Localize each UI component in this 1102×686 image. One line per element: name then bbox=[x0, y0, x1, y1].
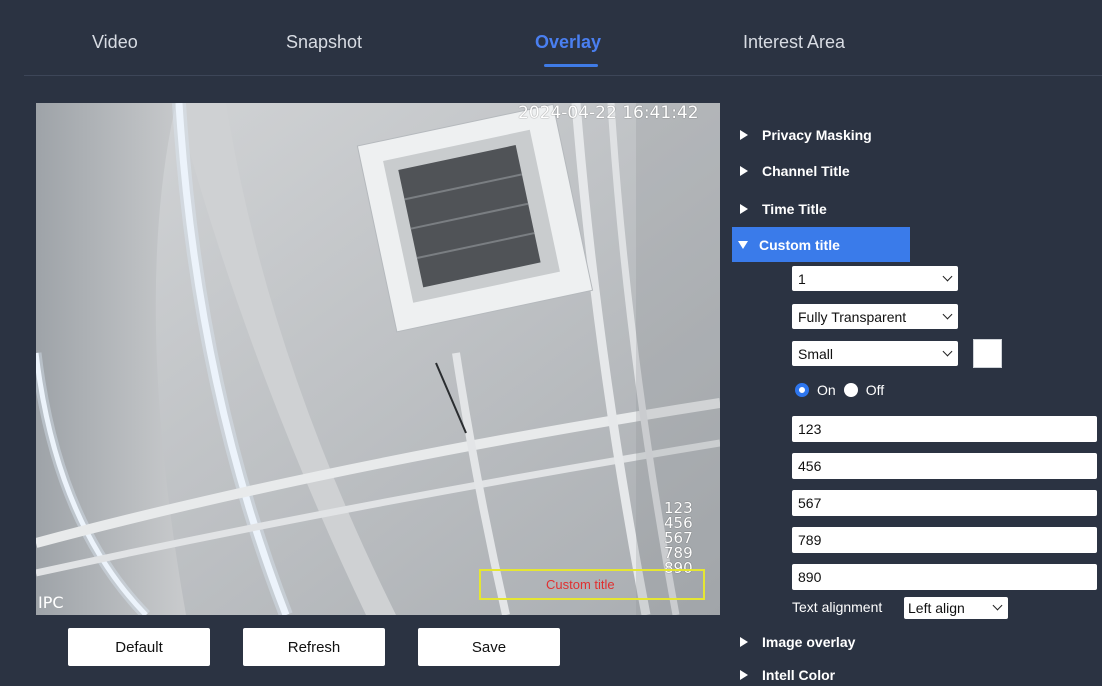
refresh-button[interactable]: Refresh bbox=[243, 628, 385, 666]
custom-line-1-input[interactable] bbox=[792, 416, 1097, 442]
custom-title-index-select[interactable]: 1 bbox=[792, 266, 958, 291]
section-label: Custom title bbox=[759, 236, 840, 253]
section-label: Channel Title bbox=[762, 163, 850, 179]
expand-arrow-icon bbox=[740, 637, 748, 647]
expand-arrow-icon bbox=[740, 204, 748, 214]
section-privacy-masking[interactable]: Privacy Masking bbox=[732, 120, 910, 150]
tab-overlay[interactable]: Overlay bbox=[535, 32, 601, 53]
radio-off[interactable] bbox=[843, 383, 858, 397]
font-color-swatch[interactable] bbox=[973, 339, 1002, 368]
collapse-arrow-icon bbox=[738, 240, 748, 249]
text-alignment-label: Text alignment bbox=[792, 599, 883, 615]
chevron-down-icon bbox=[942, 309, 953, 320]
section-label: Intell Color bbox=[762, 667, 836, 683]
select-value: 1 bbox=[798, 270, 806, 287]
section-channel-title[interactable]: Channel Title bbox=[732, 156, 910, 186]
default-button[interactable]: Default bbox=[68, 628, 210, 666]
radio-on-label: On bbox=[817, 382, 836, 398]
radio-off-label: Off bbox=[865, 382, 885, 398]
chevron-down-icon bbox=[942, 271, 953, 282]
overlay-settings-page: Video Snapshot Overlay Interest Area 202… bbox=[0, 0, 1102, 686]
chevron-down-icon bbox=[942, 346, 953, 357]
osd-custom-lines: 123 456 567 789 890 bbox=[664, 501, 693, 576]
tab-interest-area[interactable]: Interest Area bbox=[743, 32, 845, 53]
custom-line-5-input[interactable] bbox=[792, 564, 1097, 590]
section-label: Privacy Masking bbox=[762, 127, 872, 143]
tab-video[interactable]: Video bbox=[92, 32, 138, 53]
select-value: Fully Transparent bbox=[798, 308, 907, 325]
active-tab-indicator bbox=[544, 64, 598, 67]
save-button[interactable]: Save bbox=[418, 628, 560, 666]
section-custom-title[interactable]: Custom title bbox=[732, 227, 910, 262]
expand-arrow-icon bbox=[740, 670, 748, 680]
select-value: Small bbox=[798, 345, 834, 362]
video-preview[interactable]: 2024-04-22 16:41:42 123 456 567 789 890 … bbox=[36, 103, 720, 615]
osd-timestamp: 2024-04-22 16:41:42 bbox=[518, 103, 699, 123]
text-alignment-select[interactable]: Left align bbox=[904, 597, 1008, 619]
section-time-title[interactable]: Time Title bbox=[732, 194, 910, 224]
custom-line-2-input[interactable] bbox=[792, 453, 1097, 479]
tab-snapshot[interactable]: Snapshot bbox=[286, 32, 362, 53]
radio-on[interactable] bbox=[795, 383, 809, 397]
select-value: Left align bbox=[908, 600, 965, 616]
on-off-radio-group: On Off bbox=[795, 380, 884, 400]
expand-arrow-icon bbox=[740, 166, 748, 176]
section-label: Time Title bbox=[762, 201, 827, 217]
custom-line-4-input[interactable] bbox=[792, 527, 1097, 553]
section-label: Image overlay bbox=[762, 634, 856, 650]
osd-custom-title: Custom title bbox=[546, 577, 615, 592]
font-size-select[interactable]: Small bbox=[792, 341, 958, 366]
chevron-down-icon bbox=[992, 600, 1003, 611]
osd-channel-label: IPC bbox=[38, 593, 64, 612]
custom-line-3-input[interactable] bbox=[792, 490, 1097, 516]
section-image-overlay[interactable]: Image overlay bbox=[732, 627, 910, 657]
expand-arrow-icon bbox=[740, 130, 748, 140]
camera-image bbox=[36, 103, 720, 615]
transparency-select[interactable]: Fully Transparent bbox=[792, 304, 958, 329]
section-intell-color[interactable]: Intell Color bbox=[732, 664, 910, 686]
